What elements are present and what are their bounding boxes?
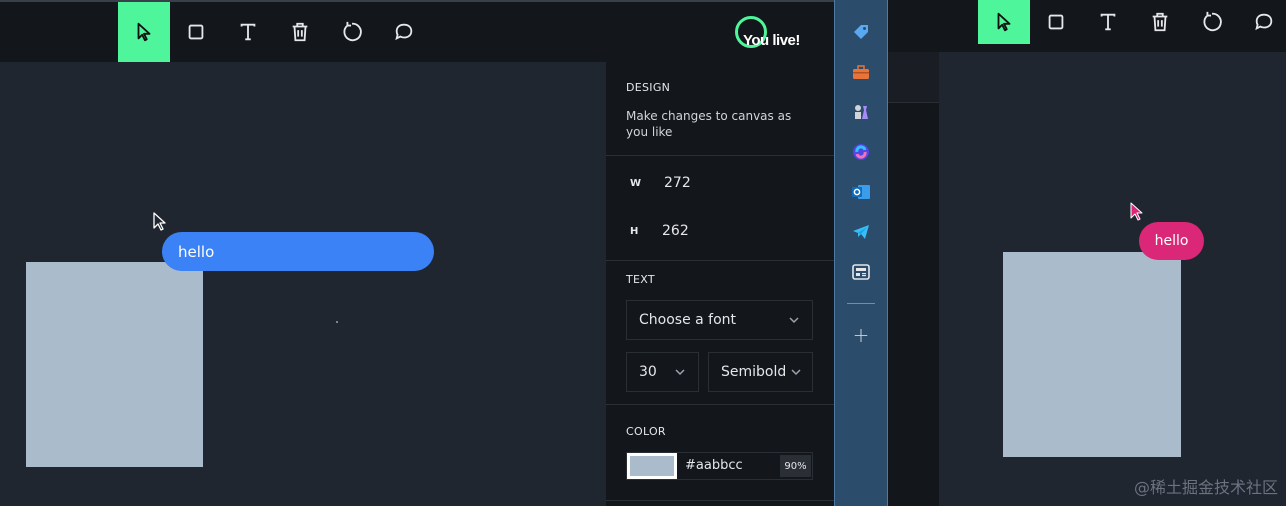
right-app-window: hello @稀土掘金技术社区 xyxy=(939,0,1286,506)
tag-icon xyxy=(854,25,868,39)
plus-icon: + xyxy=(852,323,870,347)
message-bubble[interactable]: hello xyxy=(162,232,434,271)
comment-tool-button[interactable] xyxy=(378,2,430,62)
height-input[interactable]: 262 xyxy=(662,223,689,239)
live-avatar-badge: You live! xyxy=(733,12,803,54)
telegram-icon xyxy=(853,225,869,239)
divider xyxy=(606,155,834,156)
refresh-icon xyxy=(1203,11,1222,32)
add-sidebar-app-button[interactable]: + xyxy=(850,323,872,347)
remote-cursor-icon xyxy=(1130,202,1143,221)
left-app-window: You live! hello DESIGN Make changes to c… xyxy=(0,0,834,506)
refresh-icon xyxy=(343,21,362,42)
remote-message-bubble[interactable]: hello xyxy=(1139,222,1204,260)
cursor-icon xyxy=(137,22,151,42)
divider xyxy=(606,404,834,405)
browser-sidebar: + xyxy=(834,0,888,506)
select-tool-button[interactable] xyxy=(118,2,170,62)
font-family-value: Choose a font xyxy=(639,312,737,328)
text-icon xyxy=(1100,13,1116,31)
right-toolbar xyxy=(939,0,1286,52)
news-icon xyxy=(852,264,870,280)
reset-tool-button[interactable] xyxy=(326,2,378,62)
font-family-select[interactable]: Choose a font xyxy=(626,300,813,340)
screen: You live! hello DESIGN Make changes to c… xyxy=(0,0,1286,506)
font-size-select[interactable]: 30 xyxy=(626,352,699,392)
width-label: W xyxy=(630,178,642,189)
news-button[interactable] xyxy=(850,261,872,283)
text-section-title: TEXT xyxy=(626,273,655,286)
cursor-pointer-icon xyxy=(153,212,166,231)
width-input[interactable]: 272 xyxy=(664,175,691,191)
color-picker[interactable]: #aabbcc 90% xyxy=(626,452,813,480)
second-window-edge xyxy=(888,0,939,506)
avatar-text: You live! xyxy=(743,32,800,49)
telegram-button[interactable] xyxy=(850,221,872,243)
canvas-rectangle[interactable] xyxy=(26,262,203,467)
font-weight-value: Semibold xyxy=(721,364,787,380)
toolbox-icon xyxy=(853,65,869,79)
divider xyxy=(606,500,834,501)
shopping-tag-button[interactable] xyxy=(850,21,872,43)
square-icon xyxy=(1048,14,1064,30)
watermark: @稀土掘金技术社区 xyxy=(1133,478,1278,497)
design-section-title: DESIGN xyxy=(626,81,671,94)
rectangle-tool-button[interactable] xyxy=(1030,0,1082,44)
sidebar-separator xyxy=(847,303,875,304)
left-toolbar: You live! xyxy=(0,0,834,62)
chevron-down-icon xyxy=(789,317,799,324)
design-description: Make changes to canvas as you like xyxy=(626,109,792,139)
delete-tool-button[interactable] xyxy=(1134,0,1186,44)
color-hex-input[interactable]: #aabbcc xyxy=(685,458,743,473)
canvas-rectangle[interactable] xyxy=(1003,252,1181,457)
second-window-panel-edge xyxy=(888,52,939,103)
chevron-down-icon xyxy=(675,369,685,376)
cursor-icon xyxy=(997,12,1011,32)
message-bubble-text: hello xyxy=(178,242,215,261)
color-section-title: COLOR xyxy=(626,425,666,438)
canvas-dot xyxy=(336,321,338,323)
design-panel: DESIGN Make changes to canvas as you lik… xyxy=(606,62,834,506)
delete-tool-button[interactable] xyxy=(274,2,326,62)
chat-bubble-icon xyxy=(1255,13,1273,31)
reset-tool-button[interactable] xyxy=(1186,0,1238,44)
chevron-down-icon xyxy=(791,369,801,376)
text-tool-button[interactable] xyxy=(1082,0,1134,44)
color-swatch[interactable] xyxy=(627,453,677,479)
copilot-icon xyxy=(853,144,869,160)
text-icon xyxy=(240,23,256,41)
trash-icon xyxy=(1152,12,1168,32)
chat-bubble-icon xyxy=(395,23,413,41)
color-opacity[interactable]: 90% xyxy=(780,455,811,477)
rectangle-tool-button[interactable] xyxy=(170,2,222,62)
text-tool-button[interactable] xyxy=(222,2,274,62)
message-bubble-text: hello xyxy=(1154,233,1189,249)
height-label: H xyxy=(630,226,639,237)
font-size-value: 30 xyxy=(639,364,657,380)
games-button[interactable] xyxy=(850,101,872,123)
copilot-button[interactable] xyxy=(850,141,872,163)
comment-tool-button[interactable] xyxy=(1238,0,1286,44)
outlook-button[interactable] xyxy=(850,181,872,203)
select-tool-button[interactable] xyxy=(978,0,1030,44)
tools-button[interactable] xyxy=(850,61,872,83)
divider xyxy=(606,260,834,261)
trash-icon xyxy=(292,22,308,42)
left-canvas[interactable]: hello xyxy=(0,62,606,506)
second-window-toolbar-edge xyxy=(888,0,939,52)
square-icon xyxy=(188,24,204,40)
outlook-icon xyxy=(852,185,870,199)
chess-icon xyxy=(855,105,868,119)
font-weight-select[interactable]: Semibold xyxy=(708,352,813,392)
